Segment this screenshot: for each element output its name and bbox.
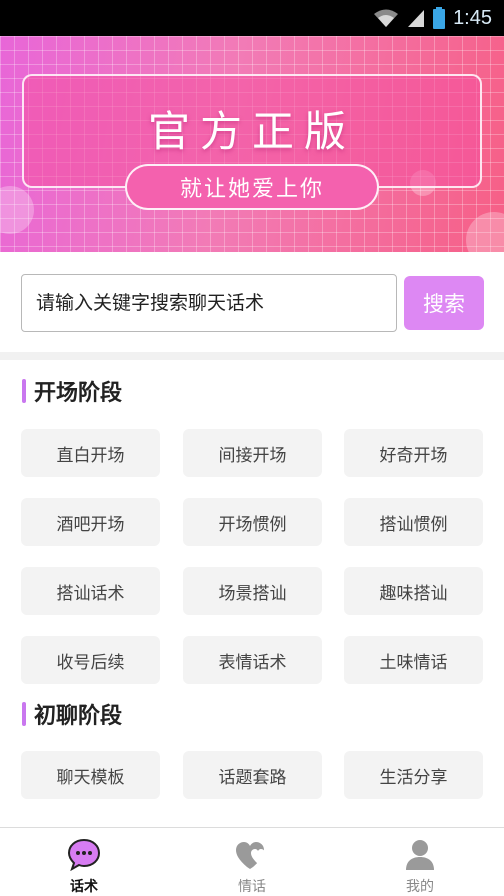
tab-label: 情话 xyxy=(238,879,266,895)
tag-item[interactable]: 开场惯例 xyxy=(183,498,322,546)
hero-banner[interactable]: 官方正版 就让她爱上你 xyxy=(0,36,504,252)
tab-phrases[interactable]: 话术 xyxy=(0,828,168,896)
wifi-icon xyxy=(374,9,399,27)
section-title-first-chat: 初聊阶段 xyxy=(22,701,123,729)
status-bar: 1:45 xyxy=(0,0,504,36)
section-accent-bar xyxy=(22,702,26,726)
search-button[interactable]: 搜索 xyxy=(404,276,484,330)
hearts-icon xyxy=(234,836,270,872)
tab-label: 话术 xyxy=(70,879,98,895)
banner-title: 官方正版 xyxy=(147,107,356,156)
tag-item[interactable]: 直白开场 xyxy=(21,429,160,477)
battery-icon xyxy=(433,7,446,29)
tag-item[interactable]: 场景搭讪 xyxy=(183,567,322,615)
tag-item[interactable]: 酒吧开场 xyxy=(21,498,160,546)
banner-slogan-pill: 就让她爱上你 xyxy=(125,164,379,210)
section-title-text: 初聊阶段 xyxy=(34,704,123,729)
search-row: 搜索 xyxy=(0,252,504,352)
tag-item[interactable]: 聊天模板 xyxy=(21,751,160,799)
search-input[interactable] xyxy=(21,274,397,332)
tag-item[interactable]: 话题套路 xyxy=(183,751,322,799)
signal-icon xyxy=(408,10,425,27)
person-icon xyxy=(402,836,438,872)
tag-item[interactable]: 土味情话 xyxy=(344,636,483,684)
tab-label: 我的 xyxy=(406,879,434,895)
tag-item[interactable]: 趣味搭讪 xyxy=(344,567,483,615)
section-title-opening: 开场阶段 xyxy=(22,378,123,406)
bottom-tab-bar: 话术 情话 我的 xyxy=(0,827,504,896)
tag-item[interactable]: 搭讪惯例 xyxy=(344,498,483,546)
tag-item[interactable]: 搭讪话术 xyxy=(21,567,160,615)
tag-item[interactable]: 生活分享 xyxy=(344,751,483,799)
tag-item[interactable]: 收号后续 xyxy=(21,636,160,684)
chat-bubble-icon xyxy=(66,836,102,872)
tab-mine[interactable]: 我的 xyxy=(336,828,504,896)
section-divider xyxy=(0,352,504,360)
section-accent-bar xyxy=(22,379,26,403)
tag-item[interactable]: 表情话术 xyxy=(183,636,322,684)
tab-love-words[interactable]: 情话 xyxy=(168,828,336,896)
section-title-text: 开场阶段 xyxy=(34,381,123,406)
status-icons: 1:45 xyxy=(373,0,492,36)
tag-item[interactable]: 好奇开场 xyxy=(344,429,483,477)
tag-item[interactable]: 间接开场 xyxy=(183,429,322,477)
status-time: 1:45 xyxy=(453,6,492,29)
